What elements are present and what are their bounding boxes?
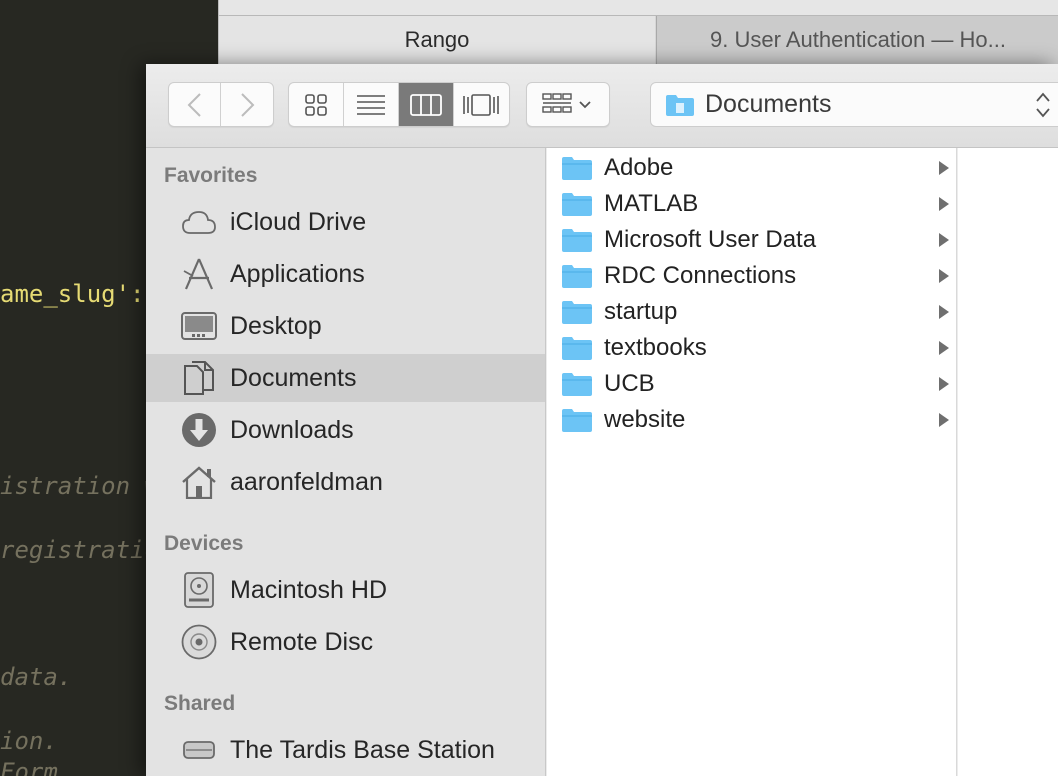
folder-icon [562,373,592,396]
hard-drive-icon [180,572,218,608]
sidebar-item-label: aaronfeldman [230,467,383,496]
list-view-icon [356,94,385,115]
folder-icon [562,301,592,324]
browser-column-empty [958,148,1058,776]
navigation-buttons [168,82,274,127]
sidebar-item-downloads[interactable]: Downloads [146,406,545,454]
folder-name: Adobe [604,154,674,181]
arrange-button-inner[interactable] [527,83,609,126]
browser-column: Adobe MATLAB Microsoft User Data RDC Con… [547,148,957,776]
download-icon [180,412,218,448]
folder-name: UCB [604,370,655,397]
sidebar-item-label: iCloud Drive [230,207,367,236]
column-view-button[interactable] [399,83,454,126]
desktop-icon [180,308,218,344]
folder-icon [562,337,592,360]
folder-icon [562,229,592,252]
browser-tab-user-authentication[interactable]: 9. User Authentication — Ho... [656,16,1058,64]
sidebar-item-home[interactable]: aaronfeldman [146,458,545,506]
sidebar-item-label: Downloads [230,415,354,444]
sidebar-item-tardis-base-station[interactable]: The Tardis Base Station [146,726,545,774]
finder-sidebar: Favorites iCloud Drive Applications Desk… [146,148,546,776]
folder-row-website[interactable]: website [547,402,957,438]
disclosure-triangle-icon [939,161,949,175]
folder-row-ucb[interactable]: UCB [547,366,957,402]
disclosure-triangle-icon [939,233,949,247]
code-line: Form [0,758,58,776]
folder-name: MATLAB [604,190,699,217]
disclosure-triangle-icon [939,413,949,427]
folder-name: website [604,406,686,433]
documents-folder-icon [666,94,694,116]
folder-icon [562,409,592,432]
folder-name: RDC Connections [604,262,797,289]
sidebar-item-label: Desktop [230,311,322,340]
disclosure-triangle-icon [939,341,949,355]
sidebar-heading-favorites: Favorites [164,164,258,187]
folder-row-rdc-connections[interactable]: RDC Connections [547,258,957,294]
sidebar-item-macintosh-hd[interactable]: Macintosh HD [146,566,545,614]
sidebar-item-label: Documents [230,363,357,392]
forward-button[interactable] [221,83,273,126]
sidebar-item-icloud-drive[interactable]: iCloud Drive [146,198,545,246]
folder-icon [562,157,592,180]
folder-icon [562,265,592,288]
folder-row-startup[interactable]: startup [547,294,957,330]
disclosure-triangle-icon [939,197,949,211]
sidebar-item-desktop[interactable]: Desktop [146,302,545,350]
folder-name: Microsoft User Data [604,226,817,253]
sidebar-item-label: Applications [230,259,365,288]
chevron-right-icon [241,92,255,117]
disclosure-triangle-icon [939,377,949,391]
icon-view-button[interactable] [289,83,344,126]
browser-tab-rango[interactable]: Rango [219,16,655,64]
home-icon [180,464,218,500]
disclosure-triangle-icon [939,269,949,283]
applications-icon [180,256,218,292]
finder-toolbar: Documents [146,64,1058,148]
column-view-icon [409,93,442,116]
folder-icon [562,193,592,216]
disclosure-triangle-icon [939,305,949,319]
code-line: ame_slug': [0,280,145,308]
sidebar-item-label: Macintosh HD [230,575,387,604]
cover-flow-button[interactable] [454,83,509,126]
back-button[interactable] [169,83,222,126]
sidebar-item-remote-disc[interactable]: Remote Disc [146,618,545,666]
disc-icon [180,624,218,660]
folder-row-textbooks[interactable]: textbooks [547,330,957,366]
code-line: data. [0,663,73,691]
folder-row-microsoft-user-data[interactable]: Microsoft User Data [547,222,957,258]
view-mode-buttons [288,82,510,127]
browser-tab-bar: Rango 9. User Authentication — Ho... [218,0,1058,64]
list-view-button[interactable] [344,83,399,126]
sidebar-item-label: The Tardis Base Station [230,735,495,764]
folder-row-matlab[interactable]: MATLAB [547,186,957,222]
sidebar-item-documents[interactable]: Documents [146,354,545,402]
up-down-chevron-icon [1036,92,1050,118]
chevron-left-icon [187,92,201,117]
cloud-icon [180,204,218,240]
folder-name: startup [604,298,678,325]
base-station-icon [180,732,218,768]
folder-name: textbooks [604,334,707,361]
path-label: Documents [705,90,832,118]
code-line: istration w [0,472,159,500]
code-line: ion. [0,727,58,755]
code-line: registratio [0,536,159,564]
browser-title-bar [219,0,1058,16]
sidebar-heading-devices: Devices [164,532,244,555]
finder-window: Documents Favorites iCloud Drive Applica… [146,64,1058,776]
sidebar-heading-shared: Shared [164,692,236,715]
sidebar-item-applications[interactable]: Applications [146,250,545,298]
arrange-grid-icon [542,92,591,113]
icon-view-icon [304,93,327,116]
documents-icon [180,360,218,396]
folder-row-adobe[interactable]: Adobe [547,150,957,186]
sidebar-item-label: Remote Disc [230,627,374,656]
cover-flow-icon [463,93,500,116]
arrange-button[interactable] [526,82,610,127]
path-popup-button[interactable]: Documents [650,82,1058,127]
